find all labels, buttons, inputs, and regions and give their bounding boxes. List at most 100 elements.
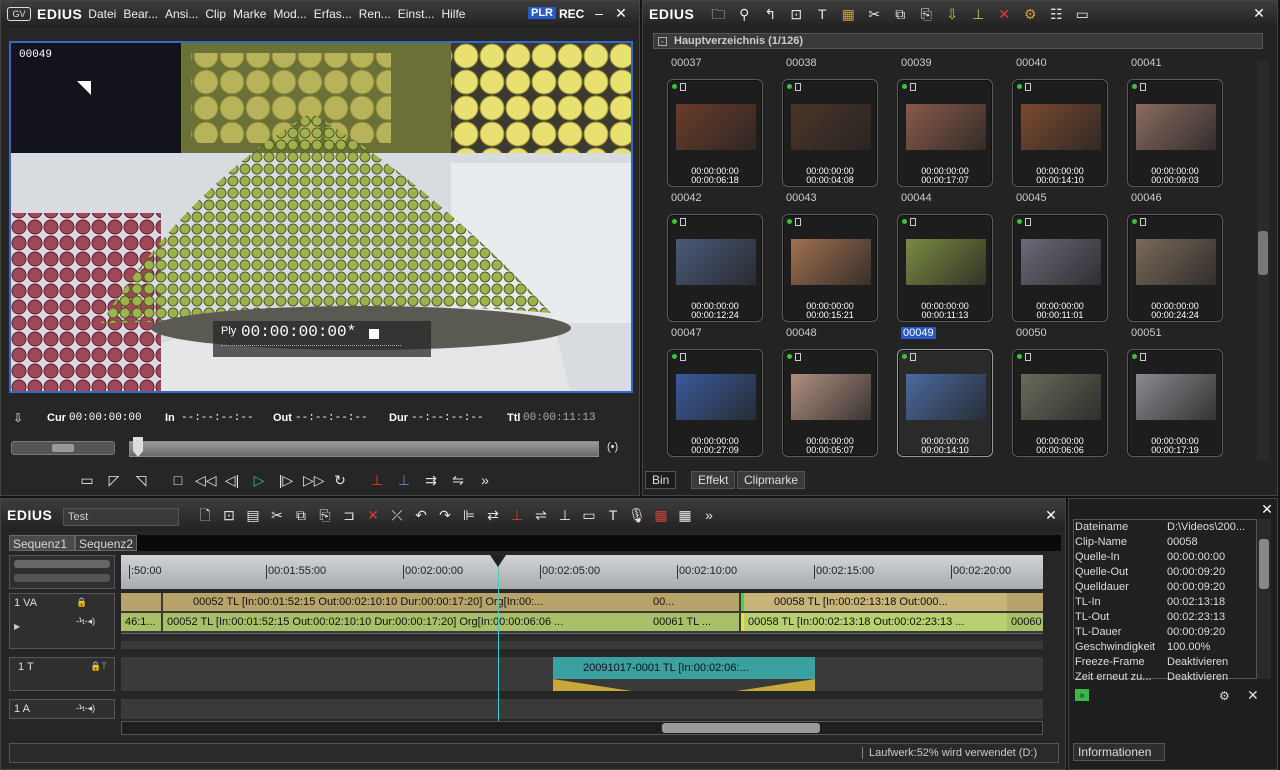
tab-effekt[interactable]: Effekt (691, 471, 736, 489)
sync-icon[interactable]: ⇋ (448, 471, 468, 489)
tab-sequenz2[interactable]: Sequenz2 (75, 535, 137, 551)
project-name-field[interactable]: Test (63, 508, 179, 526)
redo-icon[interactable]: ↷ (435, 506, 455, 524)
save-icon[interactable]: ▤ (243, 506, 263, 524)
menu-item[interactable]: Clip (205, 7, 226, 21)
loop-play-icon[interactable]: ↻ (330, 471, 350, 489)
lock-icon[interactable]: 🔒 (76, 597, 87, 608)
open-project-icon[interactable]: ⊡ (219, 506, 239, 524)
clip-thumbnail[interactable]: 00:00:00:00 00:00:17:19 (1127, 349, 1223, 457)
link-icon[interactable]: ⇄ (483, 506, 503, 524)
t-lock-icon[interactable]: 🔒T (90, 661, 107, 672)
menu-item[interactable]: Marke (233, 7, 266, 21)
menu-item[interactable]: Bear... (123, 7, 158, 21)
tl-copy-icon[interactable]: ⧉ (291, 506, 311, 524)
clip-thumbnail[interactable]: 00:00:00:00 00:00:14:10 (1012, 79, 1108, 187)
step-back-icon[interactable]: ◁| (222, 471, 242, 489)
menu-item[interactable]: Datei (88, 7, 116, 21)
properties-icon[interactable]: ⚙ (1020, 5, 1040, 23)
new-sequence-icon[interactable]: 🗋 (195, 506, 215, 524)
va-audio-clip[interactable]: 00052 TL [In:00:01:52:15 Out:00:02:10:10… (163, 613, 649, 631)
tab-informationen[interactable]: Informationen (1073, 743, 1165, 761)
menu-item[interactable]: Mod... (273, 7, 306, 21)
up-folder-icon[interactable]: ↰ (760, 5, 780, 23)
render-icon[interactable]: ▭ (579, 506, 599, 524)
va-audio-clip[interactable]: 46:1... (121, 613, 161, 631)
cue-icon[interactable]: ▭ (77, 471, 97, 489)
clip-thumbnail[interactable]: 00:00:00:00 00:00:04:08 (782, 79, 878, 187)
tl-insert-icon[interactable]: ⊥ (507, 506, 527, 524)
clip-label[interactable]: 00049 (901, 327, 936, 339)
set-in-icon[interactable]: ◸ (104, 471, 124, 489)
audio-wave-icon[interactable]: -Ϟ-◂) (76, 616, 95, 627)
clip-label[interactable]: 00037 (671, 57, 702, 69)
sync-lock-icon[interactable]: ⇌ (531, 506, 551, 524)
folder-icon[interactable]: 🗀 (708, 5, 728, 23)
tl-cut-icon[interactable]: ✂ (267, 506, 287, 524)
insert-icon[interactable]: ⊥ (968, 5, 988, 23)
layout-icon[interactable]: ▦ (675, 506, 695, 524)
menu-item[interactable]: Einst... (398, 7, 435, 21)
clip-thumbnail[interactable]: 00:00:00:00 00:00:11:01 (1012, 214, 1108, 322)
clip-thumbnail[interactable]: 00:00:00:00 00:00:14:10 (897, 349, 993, 457)
video-preview[interactable]: 00049 Ply 00:00:00:00* (9, 41, 633, 393)
clip-thumbnail[interactable]: 00:00:00:00 00:00:24:24 (1127, 214, 1223, 322)
va-clip[interactable]: 00... (649, 593, 739, 611)
bin-scrollbar[interactable] (1257, 61, 1269, 461)
loop-icon[interactable]: (•) (607, 441, 618, 453)
time-ruler[interactable]: :50:00 00:01:55:00 00:02:00:00 00:02:05:00 0… (121, 555, 1043, 589)
horizontal-scrollbar[interactable] (121, 721, 1043, 735)
marker-tl-icon[interactable]: ⊥ (555, 506, 575, 524)
zoom-control[interactable] (9, 555, 115, 589)
clip-thumbnail[interactable]: 00:00:00:00 00:00:17:07 (897, 79, 993, 187)
playhead-handle[interactable] (490, 555, 506, 567)
clip-label[interactable]: 00051 (1131, 327, 1162, 339)
clip-thumbnail[interactable]: 00:00:00:00 00:00:06:18 (667, 79, 763, 187)
rewind-icon[interactable]: ◁◁ (195, 471, 217, 489)
tl-delete-icon[interactable]: ✕ (363, 506, 383, 524)
minimize-icon[interactable]: – (591, 5, 607, 21)
title-clip[interactable]: 20091017-0001 TL [In:00:02:06:... (553, 657, 815, 679)
folder-collapse-icon[interactable]: - (658, 37, 667, 46)
copy-icon[interactable]: ⧉ (890, 5, 910, 23)
track-header-t[interactable]: 1 T 🔒T (9, 657, 115, 691)
bin-menu-icon[interactable]: ▭ (1072, 5, 1092, 23)
clip-label[interactable]: 00038 (786, 57, 817, 69)
clip-thumbnail[interactable]: 00:00:00:00 00:00:05:07 (782, 349, 878, 457)
tab-sequenz1[interactable]: Sequenz1 (9, 535, 75, 551)
search-icon[interactable]: ⚲ (734, 5, 754, 23)
view-icon[interactable]: ☷ (1046, 5, 1066, 23)
title-icon[interactable]: T (812, 5, 832, 23)
va-clip[interactable]: 00052 TL [In:00:01:52:15 Out:00:02:10:10… (163, 593, 649, 611)
split-icon[interactable]: ⊫ (459, 506, 479, 524)
insert-to-timeline-icon[interactable]: ⊥ (367, 471, 387, 489)
menu-item[interactable]: Ren... (359, 7, 391, 21)
color-bars-icon[interactable]: ▦ (838, 5, 858, 23)
settings-icon[interactable]: ⚙ (1219, 689, 1230, 703)
clip-thumbnail[interactable]: 00:00:00:00 00:00:11:13 (897, 214, 993, 322)
cut-icon[interactable]: ✂ (864, 5, 884, 23)
paste-icon[interactable]: ⎘ (916, 5, 936, 23)
clip-thumbnail[interactable]: 00:00:00:00 00:00:12:24 (667, 214, 763, 322)
menu-item[interactable]: Hilfe (441, 7, 465, 21)
add-to-timeline-icon[interactable]: ⇩ (942, 5, 962, 23)
export-icon[interactable]: ⇉ (421, 471, 441, 489)
a-wave-icon[interactable]: -Ϟ-◂) (76, 703, 95, 714)
clip-thumbnail[interactable]: 00:00:00:00 00:00:27:09 (667, 349, 763, 457)
track-header-va[interactable]: 1 VA 🔒 ▶ -Ϟ-◂) (9, 593, 115, 649)
tl-title-icon[interactable]: T (603, 506, 623, 524)
clip-label[interactable]: 00042 (671, 192, 702, 204)
info-close-icon[interactable]: ✕ (1259, 501, 1275, 517)
clip-thumbnail[interactable]: 00:00:00:00 00:00:15:21 (782, 214, 878, 322)
clip-label[interactable]: 00048 (786, 327, 817, 339)
track-header-a[interactable]: 1 A -Ϟ-◂) (9, 699, 115, 719)
close-icon[interactable]: ✕ (613, 5, 629, 21)
plr-badge[interactable]: PLR (528, 7, 556, 19)
set-out-icon[interactable]: ◹ (131, 471, 151, 489)
info-scrollbar[interactable] (1257, 519, 1271, 679)
va-audio-clip[interactable]: 00060 (1007, 613, 1043, 631)
clip-label[interactable]: 00039 (901, 57, 932, 69)
delete-icon[interactable]: ✕ (994, 5, 1014, 23)
va-clip-selected[interactable]: 00058 TL [In:00:02:13:18 Out:000... (741, 593, 1007, 611)
tab-bin[interactable]: Bin (645, 471, 677, 489)
